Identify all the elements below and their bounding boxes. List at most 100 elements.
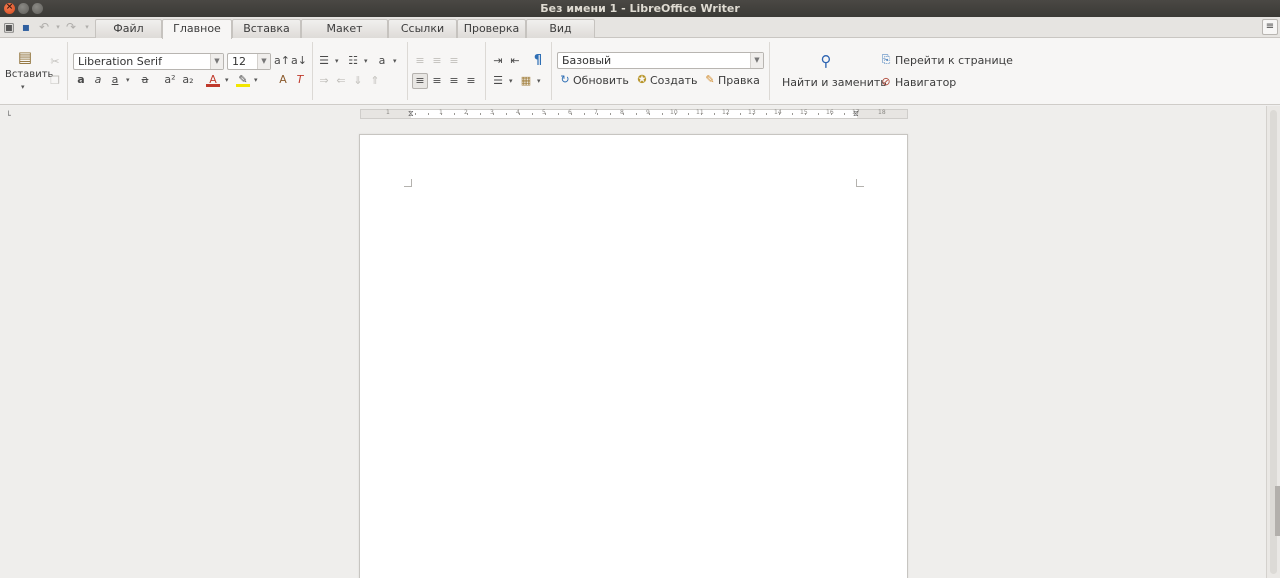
tab-home[interactable]: Главное [162, 19, 232, 39]
vertical-scrollbar[interactable] [1266, 106, 1280, 578]
navigator-button[interactable]: Навигатор [895, 76, 956, 89]
pencil-icon[interactable]: ✎ [703, 73, 717, 87]
tab-file[interactable]: Файл [95, 19, 162, 38]
undo-dropdown-icon[interactable]: ▾ [51, 19, 65, 35]
outdent-icon[interactable]: ≡ [430, 54, 444, 68]
main-menu-button[interactable]: ≡ [1262, 19, 1278, 35]
chevron-down-icon[interactable]: ▼ [210, 54, 223, 69]
superscript-icon[interactable]: a² [163, 73, 177, 87]
shrink-font-icon[interactable]: a↓ [291, 54, 307, 68]
grow-font-icon[interactable]: a↑ [274, 54, 290, 68]
paste-dropdown-icon[interactable]: ▾ [21, 83, 25, 91]
save-icon[interactable]: ▪ [19, 19, 33, 35]
left-indent-marker-icon[interactable]: ⧖ [408, 109, 414, 119]
bold-icon[interactable]: a [74, 73, 88, 87]
ruler-tick [610, 113, 611, 115]
undo-icon[interactable]: ↶ [37, 19, 51, 35]
ruler-tick [428, 113, 429, 115]
demote-icon[interactable]: ⇒ [317, 74, 331, 88]
align-left-icon[interactable]: ≡ [412, 73, 428, 89]
chevron-down-icon[interactable]: ▼ [257, 54, 270, 69]
sidebar-grip-handle[interactable] [1275, 486, 1280, 536]
outline-list-icon[interactable]: a [375, 54, 389, 68]
tab-insert[interactable]: Вставка [232, 19, 301, 38]
ruler-tick [649, 113, 650, 115]
ruler-tick [532, 113, 533, 115]
align-right-icon[interactable]: ≡ [447, 74, 461, 88]
group-separator [769, 42, 770, 100]
text-boundary-corner [856, 179, 864, 187]
find-replace-button[interactable]: Найти и заменить [782, 76, 887, 89]
tab-page-layout[interactable]: Макет страницы [301, 19, 388, 53]
highlight-icon[interactable]: ✎ [236, 73, 250, 87]
paragraph-style-combo[interactable]: Базовый ▼ [557, 52, 764, 69]
font-name-combo[interactable]: Liberation Serif ▼ [73, 53, 224, 70]
promote-icon[interactable]: ⇐ [334, 74, 348, 88]
ruler-tick [818, 113, 819, 115]
line-spacing-icon[interactable]: ☰ [491, 74, 505, 88]
align-justify-icon[interactable]: ≡ [464, 74, 478, 88]
refresh-icon[interactable]: ↻ [558, 73, 572, 87]
paragraph-background-icon[interactable]: ▦ [519, 74, 533, 88]
ruler-number: 12 [722, 109, 730, 116]
italic-icon[interactable]: a [91, 73, 105, 87]
redo-icon[interactable]: ↷ [64, 19, 78, 35]
underline-dropdown-icon[interactable]: ▾ [126, 76, 130, 84]
increase-indent-icon[interactable]: ⇥ [491, 54, 505, 68]
ruler-number: 15 [800, 109, 808, 116]
cut-icon[interactable]: ✂ [48, 55, 62, 69]
move-up-icon[interactable]: ⇑ [368, 74, 382, 88]
font-size-combo[interactable]: 12 ▼ [227, 53, 271, 70]
ruler-tick [571, 113, 572, 115]
paragraph-background-dropdown-icon[interactable]: ▾ [537, 77, 541, 85]
new-style-icon[interactable]: ✪ [635, 73, 649, 87]
paste-icon[interactable]: ▤ [16, 50, 34, 68]
underline-icon[interactable]: a [108, 73, 122, 87]
hanging-indent-icon[interactable]: ≡ [447, 54, 461, 68]
numbered-list-dropdown-icon[interactable]: ▾ [364, 57, 368, 65]
ruler-tick [675, 113, 676, 115]
bullet-list-dropdown-icon[interactable]: ▾ [335, 57, 339, 65]
subscript-icon[interactable]: a₂ [181, 73, 195, 87]
tab-review[interactable]: Проверка [457, 19, 526, 38]
ruler-number: 18 [878, 109, 886, 116]
ruler-tick [844, 113, 845, 115]
align-center-icon[interactable]: ≡ [430, 74, 444, 88]
copy-icon[interactable]: ❐ [48, 74, 62, 88]
redo-dropdown-icon[interactable]: ▾ [80, 19, 94, 35]
tab-references[interactable]: Ссылки [388, 19, 457, 38]
tab-view[interactable]: Вид [526, 19, 595, 38]
update-style-button[interactable]: Обновить [573, 74, 629, 87]
goto-page-icon[interactable]: ⎘ [879, 53, 893, 67]
move-down-icon[interactable]: ⇓ [351, 74, 365, 88]
right-indent-marker-icon[interactable]: ⧖ [853, 109, 859, 119]
goto-page-button[interactable]: Перейти к странице [895, 54, 1013, 67]
navigator-icon[interactable]: ⊘ [879, 75, 893, 89]
tab-stop-selector-icon[interactable]: └ [6, 111, 11, 120]
edit-style-button[interactable]: Правка [718, 74, 760, 87]
formatting-marks-icon[interactable]: ¶ [531, 54, 545, 68]
bullet-list-icon[interactable]: ☰ [317, 54, 331, 68]
font-color-icon[interactable]: A [206, 73, 220, 87]
find-replace-icon[interactable]: ⚲ [816, 54, 836, 74]
ruler-tick [805, 113, 806, 115]
horizontal-ruler[interactable]: 1 1 2 3 4 5 6 7 8 9 10 11 12 13 14 15 16… [360, 109, 908, 119]
ruler-tick [753, 113, 754, 115]
new-style-button[interactable]: Создать [650, 74, 698, 87]
clear-formatting-icon[interactable]: T [293, 73, 307, 87]
open-folder-icon[interactable]: ▣ [2, 19, 16, 35]
font-color-dropdown-icon[interactable]: ▾ [225, 76, 229, 84]
decrease-indent-icon[interactable]: ⇤ [508, 54, 522, 68]
outline-list-dropdown-icon[interactable]: ▾ [393, 57, 397, 65]
strikethrough-icon[interactable]: a [138, 73, 152, 87]
character-shading-icon[interactable]: A [276, 73, 290, 87]
chevron-down-icon[interactable]: ▼ [750, 53, 763, 68]
highlight-dropdown-icon[interactable]: ▾ [254, 76, 258, 84]
document-page[interactable] [359, 134, 908, 578]
numbered-list-icon[interactable]: ☷ [346, 54, 360, 68]
paste-button[interactable]: Вставить [5, 69, 53, 80]
ruler-tick [662, 113, 663, 115]
indent-icon[interactable]: ≡ [413, 54, 427, 68]
line-spacing-dropdown-icon[interactable]: ▾ [509, 77, 513, 85]
ruler-tick [415, 113, 416, 115]
